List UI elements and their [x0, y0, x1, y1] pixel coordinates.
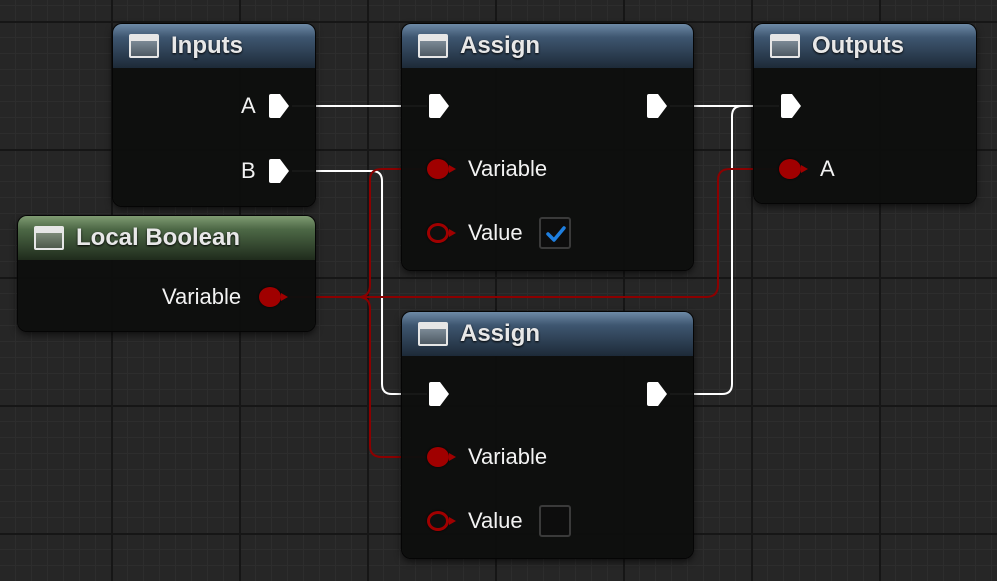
inputs-node[interactable]: Inputs A B [113, 24, 315, 206]
boolean-pin-icon[interactable] [427, 159, 456, 179]
exec-arrow-pin-icon[interactable] [645, 93, 669, 119]
local-boolean-node-header[interactable]: Local Boolean [18, 216, 315, 260]
boolean-pin-icon[interactable] [427, 511, 456, 531]
local-boolean-node-title: Local Boolean [76, 224, 241, 251]
exec-arrow-pin-icon[interactable] [645, 381, 669, 407]
assign-bottom-node[interactable]: Assign Variable Value [402, 312, 693, 558]
assign-top-value-checkbox[interactable] [539, 217, 571, 249]
assign-top-node[interactable]: Assign Variable Value [402, 24, 693, 270]
outputs-pin-a-label: A [820, 156, 835, 181]
assign-bottom-node-header[interactable]: Assign [402, 312, 693, 356]
boolean-pin-icon[interactable] [259, 287, 288, 307]
outputs-node[interactable]: Outputs A [754, 24, 976, 203]
exec-arrow-pin-icon[interactable] [267, 158, 291, 184]
assign-top-node-header[interactable]: Assign [402, 24, 693, 68]
outputs-node-header[interactable]: Outputs [754, 24, 976, 68]
exec-arrow-pin-icon[interactable] [427, 93, 451, 119]
assign-top-node-title: Assign [460, 32, 541, 59]
checkmark-icon [546, 226, 566, 242]
assign-bottom-pin-variable-label: Variable [468, 444, 548, 469]
function-node-icon [770, 34, 800, 58]
function-node-icon [129, 34, 159, 58]
function-node-icon [418, 322, 448, 346]
exec-arrow-pin-icon[interactable] [427, 381, 451, 407]
outputs-node-title: Outputs [812, 32, 904, 59]
boolean-pin-icon[interactable] [427, 223, 456, 243]
local-boolean-node[interactable]: Local Boolean Variable [18, 216, 315, 331]
local-boolean-pin-variable-label: Variable [162, 284, 242, 309]
assign-bottom-pin-value-label: Value [468, 508, 523, 533]
exec-arrow-pin-icon[interactable] [267, 93, 291, 119]
assign-bottom-node-title: Assign [460, 320, 541, 347]
boolean-pin-icon[interactable] [779, 159, 808, 179]
assign-top-pin-value-label: Value [468, 220, 523, 245]
inputs-node-header[interactable]: Inputs [113, 24, 315, 68]
assign-bottom-value-checkbox[interactable] [539, 505, 571, 537]
assign-top-pin-variable-label: Variable [468, 156, 548, 181]
inputs-pin-b-label: B [241, 158, 256, 183]
boolean-pin-icon[interactable] [427, 447, 456, 467]
function-node-icon [418, 34, 448, 58]
inputs-pin-a-label: A [241, 93, 256, 118]
exec-arrow-pin-icon[interactable] [779, 93, 803, 119]
inputs-node-title: Inputs [171, 32, 243, 59]
function-node-icon [34, 226, 64, 250]
